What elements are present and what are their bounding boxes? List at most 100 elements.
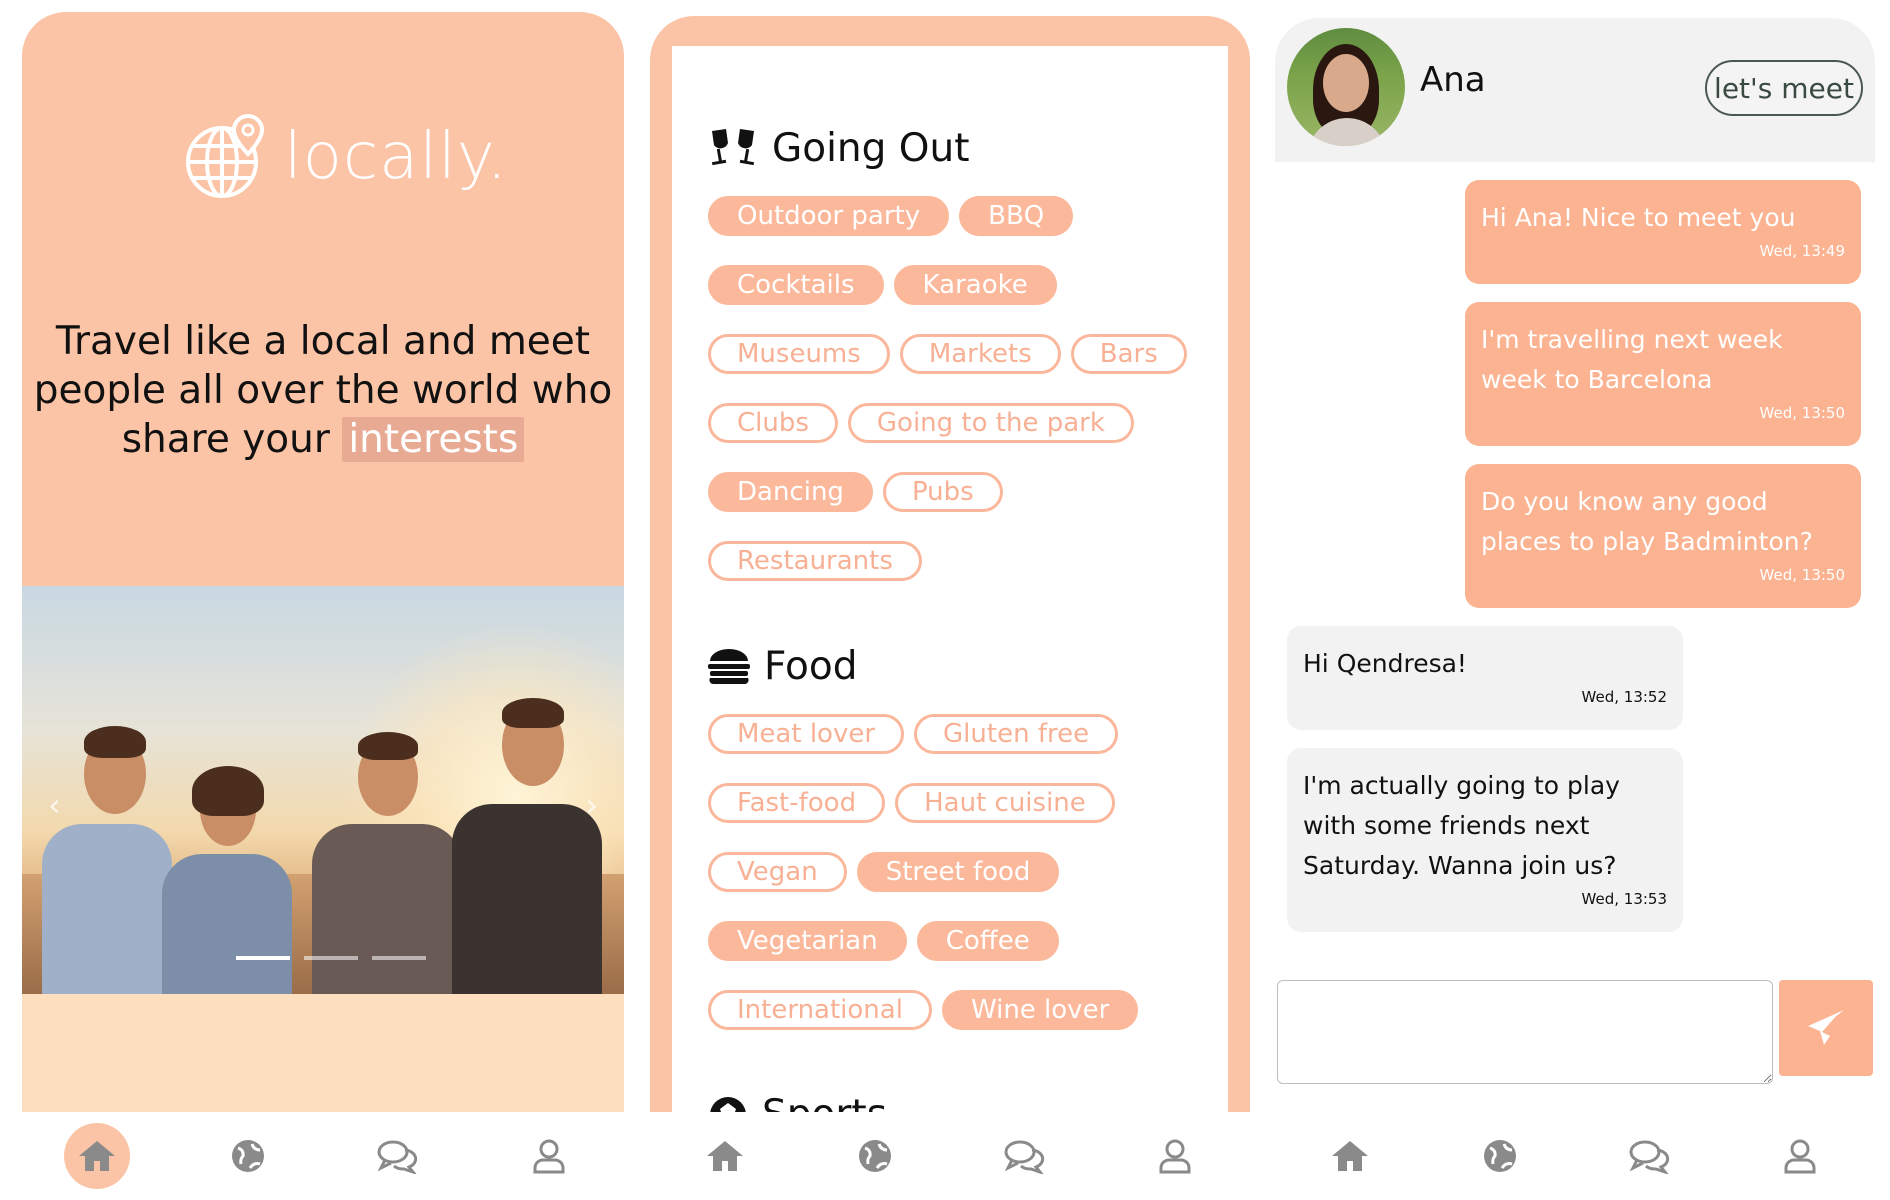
bottom-nav bbox=[650, 1112, 1250, 1200]
interest-chip[interactable]: Vegetarian bbox=[708, 921, 907, 961]
message-text: I'm actually going to play with some fri… bbox=[1303, 771, 1620, 880]
chip-row: International Wine lover bbox=[708, 990, 1139, 1030]
interest-chip[interactable]: Bars bbox=[1070, 334, 1187, 374]
chat-icon bbox=[377, 1140, 418, 1174]
interests-screen: Going Out Outdoor party BBQ Cocktails Ka… bbox=[650, 0, 1250, 1200]
contact-name[interactable]: Ana bbox=[1420, 60, 1486, 100]
nav-profile[interactable] bbox=[499, 1116, 599, 1196]
message-time: Wed, 13:49 bbox=[1759, 242, 1845, 260]
interest-chip[interactable]: Gluten free bbox=[914, 714, 1119, 754]
tagline: Travel like a local and meet people all … bbox=[32, 317, 614, 464]
ball-icon bbox=[710, 1096, 746, 1112]
carousel-dots bbox=[236, 956, 426, 960]
chip-row: Dancing Pubs bbox=[708, 472, 1003, 512]
interest-chip[interactable]: Museums bbox=[708, 334, 890, 374]
globe-icon bbox=[1484, 1140, 1516, 1172]
interests-frame: Going Out Outdoor party BBQ Cocktails Ka… bbox=[650, 16, 1250, 1112]
message-text: Hi Qendresa! bbox=[1303, 649, 1467, 678]
nav-explore[interactable] bbox=[825, 1116, 925, 1196]
interests-panel: Going Out Outdoor party BBQ Cocktails Ka… bbox=[672, 46, 1228, 1112]
bottom-nav bbox=[1275, 1112, 1875, 1200]
chat-icon bbox=[1004, 1140, 1045, 1174]
avatar[interactable] bbox=[1287, 28, 1405, 146]
nav-home[interactable] bbox=[675, 1116, 775, 1196]
hero-carousel[interactable]: ‹ › bbox=[22, 586, 624, 994]
message-time: Wed, 13:52 bbox=[1581, 688, 1667, 706]
carousel-dot[interactable] bbox=[372, 956, 426, 960]
section-food: Food bbox=[708, 644, 858, 689]
interest-chip[interactable]: Going to the park bbox=[847, 403, 1134, 443]
chip-row: Clubs Going to the park bbox=[708, 403, 1134, 443]
tagline-text: Travel like a local and meet people all … bbox=[33, 319, 613, 462]
chip-row: Fast-food Haut cuisine bbox=[708, 783, 1115, 823]
interest-chip[interactable]: Wine lover bbox=[941, 990, 1139, 1030]
nav-profile[interactable] bbox=[1125, 1116, 1225, 1196]
interest-chip[interactable]: Cocktails bbox=[708, 265, 884, 305]
message-outgoing: Do you know any good places to play Badm… bbox=[1465, 464, 1861, 608]
nav-chat[interactable] bbox=[1600, 1116, 1700, 1196]
chip-row: Museums Markets Bars bbox=[708, 334, 1187, 374]
interest-chip[interactable]: Street food bbox=[856, 852, 1060, 892]
nav-explore[interactable] bbox=[198, 1116, 298, 1196]
chat-icon bbox=[1629, 1140, 1670, 1174]
message-time: Wed, 13:50 bbox=[1759, 566, 1845, 584]
bottom-nav bbox=[22, 1112, 624, 1200]
home-icon bbox=[707, 1141, 743, 1171]
interest-chip[interactable]: Meat lover bbox=[708, 714, 905, 754]
section-going-out: Going Out bbox=[708, 126, 970, 171]
tagline-highlight: interests bbox=[342, 417, 525, 462]
interest-chip[interactable]: Fast-food bbox=[708, 783, 886, 823]
interest-chip[interactable]: Markets bbox=[899, 334, 1061, 374]
interest-chip[interactable]: Vegan bbox=[708, 852, 847, 892]
globe-icon bbox=[859, 1140, 891, 1172]
message-input[interactable] bbox=[1277, 980, 1773, 1084]
message-time: Wed, 13:50 bbox=[1759, 404, 1845, 422]
message-text: Do you know any good places to play Badm… bbox=[1481, 487, 1813, 556]
carousel-dot[interactable] bbox=[304, 956, 358, 960]
chat-header: Ana let's meet bbox=[1275, 18, 1875, 162]
interest-chip[interactable]: Restaurants bbox=[708, 541, 922, 581]
section-title: Food bbox=[764, 644, 858, 689]
interest-chip[interactable]: Outdoor party bbox=[708, 196, 950, 236]
nav-chat[interactable] bbox=[348, 1116, 448, 1196]
lets-meet-button[interactable]: let's meet bbox=[1705, 60, 1863, 116]
send-button[interactable] bbox=[1779, 980, 1873, 1076]
globe-pin-icon bbox=[186, 113, 265, 198]
welcome-footer-area bbox=[22, 994, 624, 1112]
welcome-screen: locally. Travel like a local and meet pe… bbox=[22, 0, 624, 1200]
profile-icon bbox=[1159, 1139, 1191, 1174]
interest-chip[interactable]: Haut cuisine bbox=[895, 783, 1115, 823]
carousel-dot[interactable] bbox=[236, 956, 290, 960]
carousel-next-icon[interactable]: › bbox=[585, 786, 598, 824]
chip-row: Vegetarian Coffee bbox=[708, 921, 1059, 961]
chat-screen: Ana let's meet Hi Ana! Nice to meet you … bbox=[1275, 0, 1875, 1200]
home-icon bbox=[1332, 1141, 1368, 1171]
interest-chip[interactable]: BBQ bbox=[959, 196, 1074, 236]
nav-profile[interactable] bbox=[1750, 1116, 1850, 1196]
interest-chip[interactable]: Clubs bbox=[708, 403, 838, 443]
chip-row: Cocktails Karaoke bbox=[708, 265, 1057, 305]
chip-row: Meat lover Gluten free bbox=[708, 714, 1119, 754]
profile-icon bbox=[533, 1139, 565, 1174]
interest-chip[interactable]: Dancing bbox=[708, 472, 873, 512]
nav-explore[interactable] bbox=[1450, 1116, 1550, 1196]
message-outgoing: Hi Ana! Nice to meet you Wed, 13:49 bbox=[1465, 180, 1861, 284]
interest-chip[interactable]: Karaoke bbox=[893, 265, 1057, 305]
person-3 bbox=[312, 704, 462, 994]
interest-chip[interactable]: Coffee bbox=[916, 921, 1059, 961]
logo-text: locally. bbox=[284, 120, 508, 194]
interest-chip[interactable]: International bbox=[708, 990, 932, 1030]
cheers-icon bbox=[711, 128, 755, 165]
message-time: Wed, 13:53 bbox=[1581, 890, 1667, 908]
nav-home[interactable] bbox=[1300, 1116, 1400, 1196]
chip-row: Restaurants bbox=[708, 541, 922, 581]
nav-home[interactable] bbox=[47, 1116, 147, 1196]
carousel-prev-icon[interactable]: ‹ bbox=[48, 786, 61, 824]
nav-chat[interactable] bbox=[975, 1116, 1075, 1196]
person-1 bbox=[42, 694, 172, 994]
chip-row: Outdoor party BBQ bbox=[708, 196, 1074, 236]
home-icon bbox=[79, 1141, 116, 1171]
send-icon bbox=[1808, 1010, 1844, 1045]
interest-chip[interactable]: Pubs bbox=[882, 472, 1003, 512]
person-4 bbox=[452, 664, 602, 994]
